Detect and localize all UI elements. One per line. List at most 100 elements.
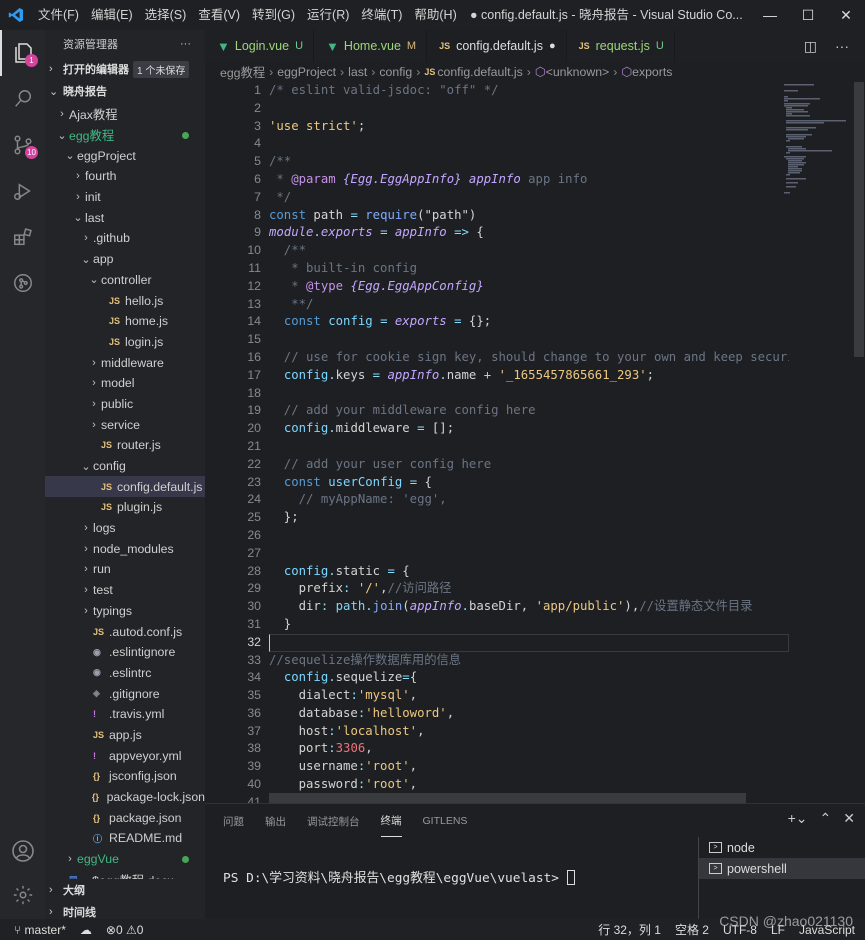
tree-item[interactable]: JS router.js	[45, 435, 205, 456]
tree-item[interactable]: › Ajax教程	[45, 104, 205, 125]
tree-item[interactable]: ◈ .gitignore	[45, 683, 205, 704]
tree-item[interactable]: › test	[45, 580, 205, 601]
menu-item[interactable]: 选择(S)	[139, 0, 193, 30]
tree-item[interactable]: › public	[45, 394, 205, 415]
tree-item[interactable]: › fourth	[45, 166, 205, 187]
tree-item[interactable]: ! .travis.yml	[45, 704, 205, 725]
tree-item[interactable]: JS hello.js	[45, 290, 205, 311]
horizontal-scrollbar[interactable]	[269, 793, 746, 803]
tree-item[interactable]: ⌄ eggProject	[45, 145, 205, 166]
search-icon[interactable]	[0, 76, 45, 122]
tree-item[interactable]: › logs	[45, 518, 205, 539]
menu-item[interactable]: 帮助(H)	[408, 0, 462, 30]
editor-tab[interactable]: JS config.default.js ●	[427, 30, 567, 62]
tree-item[interactable]: ⌄ last	[45, 207, 205, 228]
explorer-icon[interactable]: 1	[0, 30, 45, 76]
tree-item[interactable]: › init	[45, 187, 205, 208]
minimize-icon[interactable]: —	[751, 0, 789, 30]
editor-tab[interactable]: JS request.js U	[567, 30, 675, 62]
tree-item[interactable]: {} jsconfig.json	[45, 766, 205, 787]
code-token: =	[350, 207, 358, 222]
code-token: /**	[269, 154, 292, 169]
panel-tab[interactable]: GITLENS	[423, 807, 468, 835]
tree-item[interactable]: › .github	[45, 228, 205, 249]
sync-icon[interactable]: ☁	[80, 923, 92, 937]
menu-item[interactable]: 编辑(E)	[85, 0, 139, 30]
outline-section[interactable]: › 大纲	[45, 879, 205, 901]
breadcrumb-item[interactable]: last	[348, 65, 367, 79]
source-control-icon[interactable]: 10	[0, 122, 45, 168]
settings-gear-icon[interactable]	[0, 872, 45, 918]
tree-item[interactable]: JS app.js	[45, 725, 205, 746]
panel-tab[interactable]: 调试控制台	[307, 806, 360, 837]
workspace-section[interactable]: ⌄ 晓舟报告	[45, 80, 205, 102]
more-actions-icon[interactable]: ···	[180, 38, 191, 50]
close-icon[interactable]: ✕	[827, 0, 865, 30]
menu-item[interactable]: 转到(G)	[246, 0, 301, 30]
tree-item[interactable]: {} package.json	[45, 807, 205, 828]
menu-item[interactable]: 终端(T)	[355, 0, 408, 30]
code-area[interactable]: /* eslint valid-jsdoc: "off" */ 'use str…	[269, 82, 789, 803]
tree-item[interactable]: › eggVue	[45, 849, 205, 870]
code-editor[interactable]: 1 2 3 4 5 6 7 8 9 10 11 12 13 14 15 16 17 18 19 20 21 22 23 24 2…	[205, 82, 865, 803]
tree-item[interactable]: ◉ .eslintignore	[45, 642, 205, 663]
terminal-output[interactable]: PS D:\学习资料\晓舟报告\egg教程\eggVue\vuelast>	[223, 867, 575, 886]
vertical-scrollbar[interactable]	[851, 82, 865, 803]
close-panel-icon[interactable]: ✕	[843, 810, 855, 827]
scrollbar-thumb[interactable]	[854, 82, 864, 357]
indentation[interactable]: 空格 2	[675, 921, 709, 938]
split-editor-icon[interactable]: ◫	[804, 38, 817, 55]
tree-item[interactable]: › node_modules	[45, 538, 205, 559]
account-icon[interactable]	[0, 828, 45, 874]
tree-item[interactable]: › model	[45, 373, 205, 394]
tree-item[interactable]: › middleware	[45, 352, 205, 373]
tree-item[interactable]: › run	[45, 559, 205, 580]
terminal-instance[interactable]: > node	[699, 837, 865, 858]
cursor-position[interactable]: 行 32，列 1	[598, 921, 661, 938]
tree-item[interactable]: ⌄ egg教程	[45, 125, 205, 146]
open-editors-section[interactable]: › 打开的编辑器 1 个未保存	[45, 58, 205, 80]
breadcrumb-item[interactable]: exports	[632, 65, 672, 79]
chevron-up-icon[interactable]: ⌃	[820, 810, 832, 827]
panel-tab[interactable]: 终端	[380, 805, 402, 837]
tree-item[interactable]: ⌄ config	[45, 456, 205, 477]
menu-item[interactable]: 查看(V)	[192, 0, 246, 30]
panel-tab[interactable]: 问题	[223, 806, 244, 837]
panel-tab[interactable]: 输出	[265, 806, 286, 837]
menu-item[interactable]: 运行(R)	[301, 0, 355, 30]
tree-item[interactable]: › service	[45, 414, 205, 435]
tree-item[interactable]: {} package-lock.json	[45, 787, 205, 808]
tree-item[interactable]: ⓘ README.md	[45, 828, 205, 849]
menu-item[interactable]: 文件(F)	[32, 0, 85, 30]
breadcrumb-item[interactable]: egg教程	[220, 63, 265, 81]
tree-item[interactable]: JS home.js	[45, 311, 205, 332]
tree-item[interactable]: ⌄ controller	[45, 270, 205, 291]
tree-item[interactable]: ◉ .eslintrc	[45, 663, 205, 684]
extensions-icon[interactable]	[0, 214, 45, 260]
tree-item[interactable]: JS plugin.js	[45, 497, 205, 518]
breadcrumb-item[interactable]: eggProject	[277, 65, 336, 79]
code-line: module.exports = appInfo => {	[269, 224, 789, 242]
gitlens-icon[interactable]	[0, 260, 45, 306]
tree-item[interactable]: JS .autod.conf.js	[45, 621, 205, 642]
breadcrumb-item[interactable]: config	[379, 65, 412, 79]
maximize-icon[interactable]: ☐	[789, 0, 827, 30]
editor-tab[interactable]: ▼ Home.vue M	[314, 30, 428, 62]
minimap[interactable]	[780, 82, 852, 232]
problems-status[interactable]: ⊗0 ⚠0	[106, 923, 144, 937]
tree-item[interactable]: ! appveyor.yml	[45, 745, 205, 766]
more-actions-icon[interactable]: ···	[835, 38, 849, 54]
code-line: //sequelize操作数据库用的信息	[269, 652, 789, 670]
tree-item[interactable]: JS login.js	[45, 332, 205, 353]
breadcrumb-item[interactable]: <unknown>	[546, 65, 610, 79]
breadcrumb-item[interactable]: config.default.js	[437, 65, 522, 79]
code-line: /* eslint valid-jsdoc: "off" */	[269, 82, 789, 100]
run-debug-icon[interactable]	[0, 168, 45, 214]
tree-item[interactable]: ⌄ app	[45, 249, 205, 270]
branch-status[interactable]: ⑂ master*	[14, 923, 66, 937]
editor-tab[interactable]: ▼ Login.vue U	[205, 30, 315, 62]
terminal-instance[interactable]: > powershell	[699, 858, 865, 879]
tree-item[interactable]: JS config.default.js	[45, 476, 205, 498]
new-terminal-icon[interactable]: +⌄	[788, 810, 808, 827]
tree-item[interactable]: › typings	[45, 601, 205, 622]
